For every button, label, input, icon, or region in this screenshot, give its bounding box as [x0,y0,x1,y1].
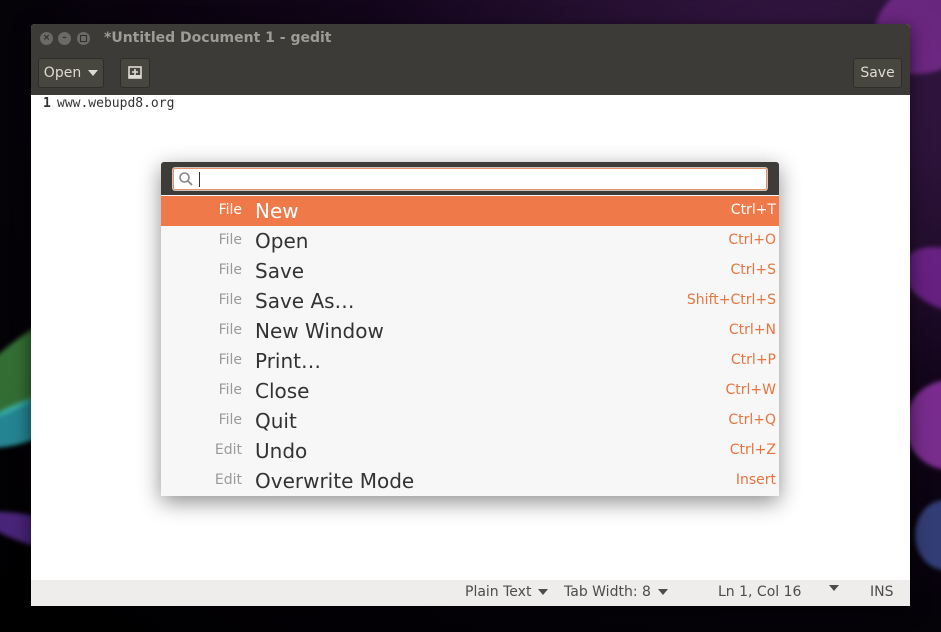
hud-item-command: Quit [255,409,297,433]
open-button-label: Open [43,65,82,81]
line-number: 1 [43,96,51,111]
tab-width-selector[interactable]: Tab Width: 8 [564,584,668,600]
hud-item-category: Edit [214,472,242,488]
hud-item-quit[interactable]: File Quit Ctrl+Q [161,406,779,436]
hud-item-category: File [218,202,242,218]
hud-item-shortcut: Ctrl+T [730,202,776,218]
hud-item-shortcut: Shift+Ctrl+S [686,292,776,308]
hud-item-command: Save [255,259,305,283]
hud-item-command: Close [255,379,310,403]
hud-item-shortcut: Ctrl+Z [729,442,776,458]
hud-item-command: Save As… [255,289,355,313]
search-icon [179,172,193,186]
hud-item-command: Print… [255,349,322,373]
hud-item-command: Undo [255,439,308,463]
hud-results-list: File New Ctrl+T File Open Ctrl+O File Sa… [161,196,779,496]
hud-item-close[interactable]: File Close Ctrl+W [161,376,779,406]
hud-item-command: Open [255,229,309,253]
hud-item-shortcut: Ctrl+P [730,352,776,368]
position-menu-button[interactable] [829,585,839,591]
hud-item-undo[interactable]: Edit Undo Ctrl+Z [161,436,779,466]
hud-item-shortcut: Ctrl+Q [728,412,776,428]
hud-item-shortcut: Ctrl+W [725,382,776,398]
save-button[interactable]: Save [853,58,902,88]
maximize-window-button[interactable] [77,32,90,45]
header-toolbar: Open Save [31,53,910,95]
hud-item-open[interactable]: File Open Ctrl+O [161,226,779,256]
new-document-icon [128,66,142,79]
hud-search-bar [161,162,779,195]
new-tab-button[interactable] [120,58,150,88]
status-bar: Plain Text Tab Width: 8 Ln 1, Col 16 INS [31,580,910,606]
hud-item-shortcut: Ctrl+S [730,262,776,278]
close-icon: × [42,33,51,43]
save-button-label: Save [860,65,895,81]
hud-item-overwrite-mode[interactable]: Edit Overwrite Mode Insert [161,466,779,496]
tab-width-label: Tab Width: 8 [564,584,651,600]
hud-item-category: File [218,322,242,338]
hud-item-shortcut: Insert [735,472,776,488]
insert-mode-label: INS [870,584,894,600]
hud-item-command: Overwrite Mode [255,469,415,493]
hud-item-new[interactable]: File New Ctrl+T [161,196,779,226]
hud-item-command: New [255,199,299,223]
open-button[interactable]: Open [38,58,104,88]
chevron-down-icon [829,585,839,591]
hud-item-category: File [218,232,242,248]
text-cursor [199,172,200,187]
close-window-button[interactable]: × [40,32,53,45]
chevron-down-icon [88,70,99,76]
hud-item-category: Edit [214,442,242,458]
hud-item-print[interactable]: File Print… Ctrl+P [161,346,779,376]
language-label: Plain Text [465,584,532,600]
cursor-position-label: Ln 1, Col 16 [718,584,802,600]
hud-command-palette: File New Ctrl+T File Open Ctrl+O File Sa… [161,162,779,496]
hud-item-category: File [218,352,242,368]
minimize-icon: – [62,33,67,43]
hud-item-save-as[interactable]: File Save As… Shift+Ctrl+S [161,286,779,316]
hud-item-command: New Window [255,319,384,343]
cursor-position[interactable]: Ln 1, Col 16 [718,584,801,600]
hud-item-shortcut: Ctrl+O [728,232,776,248]
hud-item-save[interactable]: File Save Ctrl+S [161,256,779,286]
hud-item-new-window[interactable]: File New Window Ctrl+N [161,316,779,346]
editor-line[interactable]: www.webupd8.org [57,96,174,111]
hud-item-category: File [218,292,242,308]
hud-item-category: File [218,262,242,278]
language-selector[interactable]: Plain Text [465,584,549,600]
hud-item-category: File [218,382,242,398]
maximize-icon [80,35,87,42]
minimize-window-button[interactable]: – [58,32,71,45]
chevron-down-icon [657,589,668,595]
chevron-down-icon [538,589,549,595]
title-bar[interactable]: × – *Untitled Document 1 - gedit [31,24,910,53]
hud-item-category: File [218,412,242,428]
hud-item-shortcut: Ctrl+N [728,322,776,338]
insert-mode-indicator[interactable]: INS [870,584,894,600]
hud-search-input[interactable] [172,167,768,191]
window-title: *Untitled Document 1 - gedit [104,30,332,46]
